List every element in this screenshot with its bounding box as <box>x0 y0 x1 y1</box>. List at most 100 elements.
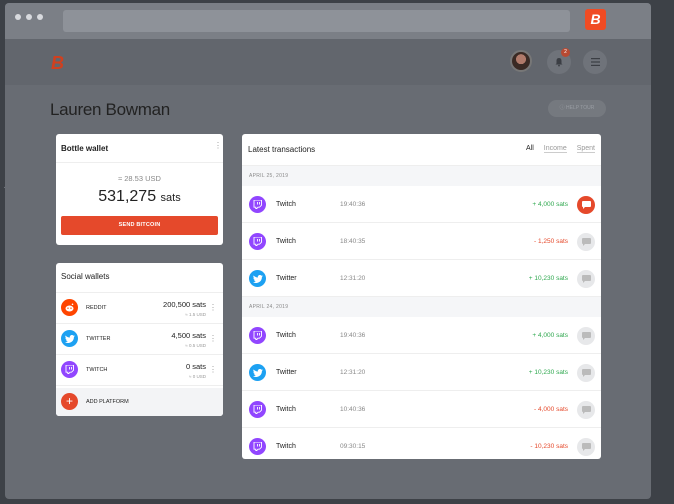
stage-background: ‒ ‒ › ‹ ‒ ‒ ⌃ B B 2 Lauren Bowman ⓘ HELP… <box>0 0 674 504</box>
tx-time: 18:40:35 <box>340 238 366 245</box>
tx-platform: Twitch <box>276 201 296 208</box>
social-sats: 0 sats <box>185 362 206 371</box>
wallet-kebab-icon[interactable]: ⋮ <box>214 142 222 150</box>
social-name: REDDIT <box>86 305 107 311</box>
wallet-sats-value: 531,275 <box>98 188 157 205</box>
social-usd: ≈ 1.5 USD <box>185 312 206 317</box>
twitter-icon <box>249 364 266 381</box>
social-usd: ≈ 0.5 USD <box>185 343 206 348</box>
help-tour-button[interactable]: ⓘ HELP TOUR <box>548 100 606 117</box>
transactions-title: Latest transactions <box>248 145 316 154</box>
wallet-sats-unit: sats <box>160 192 181 204</box>
twitch-icon <box>249 233 266 250</box>
extension-logo-icon[interactable]: B <box>585 9 606 30</box>
date-label: APRIL 25, 2019 <box>249 173 289 179</box>
message-icon[interactable] <box>577 327 595 345</box>
tx-time: 09:30:15 <box>340 443 366 450</box>
browser-toolbar: B <box>5 3 651 39</box>
menu-icon[interactable] <box>583 50 607 74</box>
tx-amount: - 10,230 sats <box>530 443 568 450</box>
social-kebab-icon[interactable]: ⋮ <box>209 366 217 374</box>
date-label: APRIL 24, 2019 <box>249 304 289 310</box>
help-tour-label: HELP TOUR <box>566 105 595 111</box>
address-bar[interactable] <box>63 10 570 32</box>
tx-time: 12:31:20 <box>340 275 366 282</box>
social-kebab-icon[interactable]: ⋮ <box>209 335 217 343</box>
table-row[interactable]: Twitch 19:40:36 + 4,000 sats <box>242 317 601 354</box>
wallet-balance: 531,275 sats <box>56 188 223 206</box>
twitch-icon <box>249 196 266 213</box>
twitter-icon <box>61 330 78 347</box>
tx-platform: Twitch <box>276 332 296 339</box>
tx-platform: Twitter <box>276 275 297 282</box>
table-row[interactable]: Twitch 09:30:15 - 10,230 sats <box>242 428 601 459</box>
social-kebab-icon[interactable]: ⋮ <box>209 304 217 312</box>
page-title: Lauren Bowman <box>50 100 170 119</box>
twitch-icon <box>249 401 266 418</box>
social-title: Social wallets <box>61 272 110 281</box>
tx-amount: - 1,250 sats <box>534 238 568 245</box>
message-icon[interactable] <box>577 438 595 456</box>
twitter-icon <box>249 270 266 287</box>
wallet-title: Bottle wallet <box>61 144 109 153</box>
social-row-reddit[interactable]: REDDIT 200,500 sats ≈ 1.5 USD ⋮ <box>56 293 223 324</box>
tx-amount: - 4,000 sats <box>534 406 568 413</box>
tx-platform: Twitch <box>276 443 296 450</box>
social-sats: 200,500 sats <box>163 300 206 309</box>
tx-time: 19:40:36 <box>340 201 366 208</box>
table-row[interactable]: Twitch 19:40:36 + 4,000 sats <box>242 186 601 223</box>
latest-transactions-card: Latest transactions All Income Spent APR… <box>242 134 601 459</box>
table-row[interactable]: Twitter 12:31:20 + 10,230 sats <box>242 354 601 391</box>
tx-time: 12:31:20 <box>340 369 366 376</box>
add-platform-label: ADD PLATFORM <box>86 399 129 405</box>
twitch-icon <box>61 361 78 378</box>
date-group-header: APRIL 25, 2019 <box>242 166 601 186</box>
tx-time: 19:40:36 <box>340 332 366 339</box>
bottle-wallet-card: Bottle wallet ⋮ ≈ 28.53 USD 531,275 sats… <box>56 134 223 245</box>
app-header: B 2 <box>5 39 651 85</box>
tx-amount: + 4,000 sats <box>532 332 568 339</box>
reddit-icon <box>61 299 78 316</box>
window-controls[interactable] <box>15 14 43 20</box>
message-icon[interactable] <box>577 401 595 419</box>
message-icon[interactable] <box>577 233 595 251</box>
message-icon[interactable] <box>577 364 595 382</box>
send-bitcoin-button[interactable]: SEND BITCOIN <box>61 216 218 235</box>
notification-badge: 2 <box>561 48 570 57</box>
tx-amount: + 10,230 sats <box>528 275 568 282</box>
filter-all[interactable]: All <box>526 145 534 152</box>
social-row-twitch[interactable]: TWITCH 0 sats ≈ 0 USD ⋮ <box>56 355 223 386</box>
social-name: TWITCH <box>86 367 108 373</box>
plus-icon: + <box>61 393 78 410</box>
tx-amount: + 4,000 sats <box>532 201 568 208</box>
wallet-usd: ≈ 28.53 USD <box>118 174 161 183</box>
add-platform-button[interactable]: + ADD PLATFORM <box>56 388 223 416</box>
tx-platform: Twitch <box>276 238 296 245</box>
message-icon[interactable] <box>577 270 595 288</box>
table-row[interactable]: Twitter 12:31:20 + 10,230 sats <box>242 260 601 297</box>
social-sats: 4,500 sats <box>171 331 206 340</box>
table-row[interactable]: Twitch 18:40:35 - 1,250 sats <box>242 223 601 260</box>
app-logo[interactable]: B <box>51 54 64 72</box>
maximize-dot[interactable] <box>37 14 43 20</box>
browser-window: B B 2 Lauren Bowman ⓘ HELP TOUR Bottle w… <box>5 3 651 499</box>
message-icon[interactable] <box>577 196 595 214</box>
social-wallets-card: Social wallets REDDIT 200,500 sats ≈ 1.5… <box>56 263 223 416</box>
transaction-filters: All Income Spent <box>518 145 595 153</box>
tx-amount: + 10,230 sats <box>528 369 568 376</box>
minimize-dot[interactable] <box>26 14 32 20</box>
social-usd: ≈ 0 USD <box>189 374 206 379</box>
twitch-icon <box>249 327 266 344</box>
tx-time: 10:40:36 <box>340 406 366 413</box>
filter-spent[interactable]: Spent <box>576 145 595 153</box>
filter-income[interactable]: Income <box>543 145 567 153</box>
close-dot[interactable] <box>15 14 21 20</box>
date-group-header: APRIL 24, 2019 <box>242 297 601 317</box>
avatar[interactable] <box>510 50 532 72</box>
social-row-twitter[interactable]: TWITTER 4,500 sats ≈ 0.5 USD ⋮ <box>56 324 223 355</box>
social-name: TWITTER <box>86 336 111 342</box>
wallet-divider <box>56 162 223 163</box>
twitch-icon <box>249 438 266 455</box>
table-row[interactable]: Twitch 10:40:36 - 4,000 sats <box>242 391 601 428</box>
tx-platform: Twitter <box>276 369 297 376</box>
